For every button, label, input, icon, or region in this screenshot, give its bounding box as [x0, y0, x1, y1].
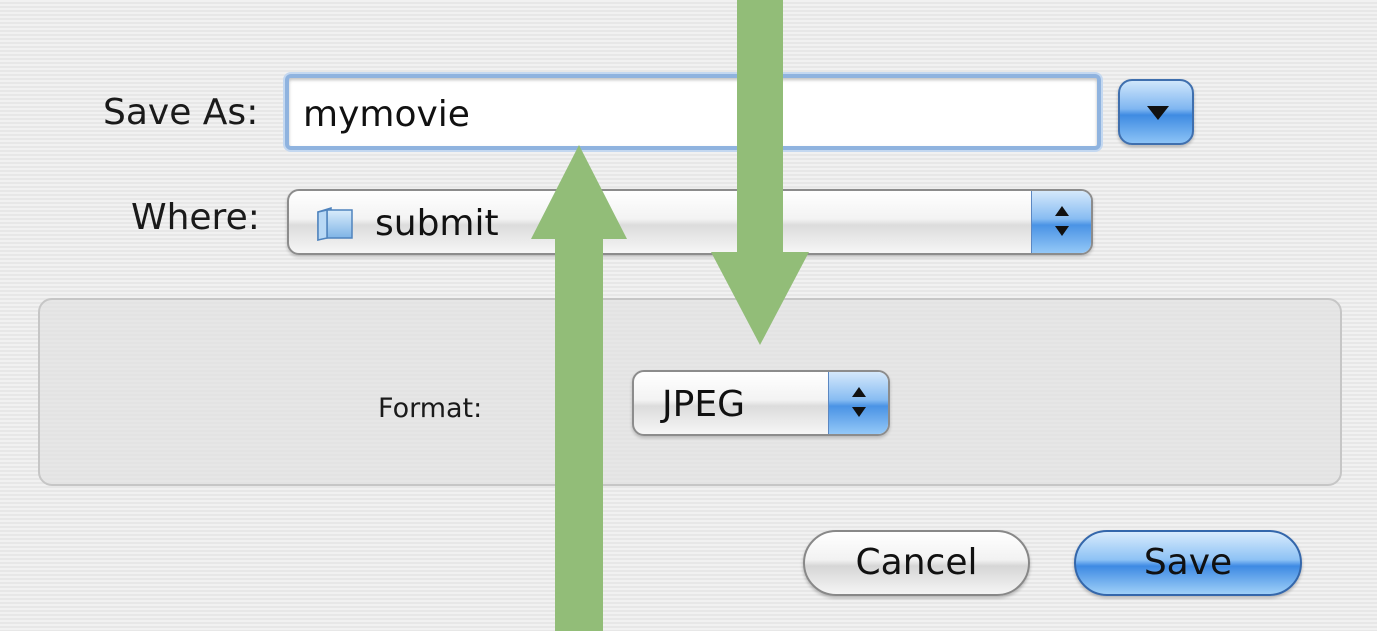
stepper-up-icon — [1055, 206, 1069, 216]
format-popup-stepper — [828, 372, 888, 434]
annotation-arrow-down-icon — [711, 0, 809, 345]
where-popup[interactable]: submit — [287, 189, 1093, 255]
stepper-down-icon — [1055, 226, 1069, 236]
stepper-down-icon — [852, 407, 866, 417]
save-as-label: Save As: — [103, 92, 259, 133]
save-button[interactable]: Save — [1074, 530, 1302, 596]
folder-icon — [317, 206, 353, 242]
format-value: JPEG — [662, 384, 745, 425]
filename-field[interactable]: mymovie — [285, 74, 1101, 150]
format-label: Format: — [378, 393, 483, 424]
filename-value: mymovie — [303, 94, 470, 135]
stepper-up-icon — [852, 387, 866, 397]
where-popup-stepper — [1031, 191, 1091, 253]
format-popup[interactable]: JPEG — [632, 370, 890, 436]
where-value: submit — [375, 203, 499, 244]
where-label: Where: — [131, 197, 260, 238]
triangle-down-icon — [1147, 106, 1169, 120]
annotation-arrow-up-icon — [531, 145, 627, 631]
cancel-button[interactable]: Cancel — [803, 530, 1030, 596]
expand-dialog-button[interactable] — [1118, 79, 1194, 145]
